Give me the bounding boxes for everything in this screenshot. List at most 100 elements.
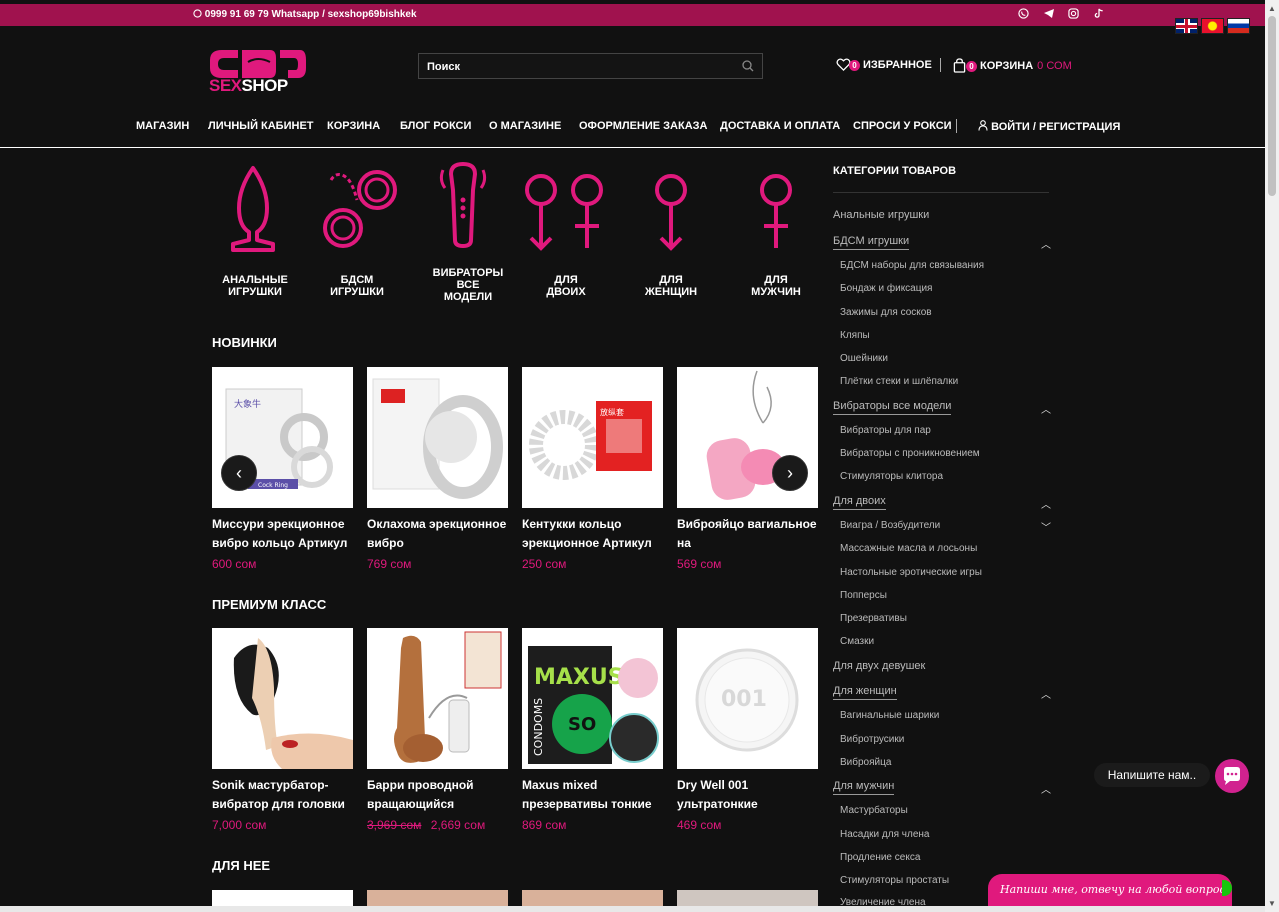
contact-info[interactable]: 0999 91 69 79 Whatsapp / sexshop69bishke… <box>193 9 417 20</box>
nav-blog[interactable]: БЛОГ РОКСИ <box>400 120 471 132</box>
sidebar-item-two-girls[interactable]: Для двух девушек <box>833 660 925 672</box>
product-image[interactable] <box>677 890 818 906</box>
sidebar-item-anal[interactable]: Анальные игрушки <box>833 209 929 221</box>
product-image[interactable] <box>367 628 508 769</box>
sidebar-subitem[interactable]: Вибротрусики <box>840 734 904 745</box>
category-couples-icon[interactable] <box>517 160 607 255</box>
nav-about[interactable]: О МАГАЗИНЕ <box>489 120 561 132</box>
nav-account[interactable]: ЛИЧНЫЙ КАБИНЕТ <box>208 120 314 132</box>
flag-ru-icon[interactable] <box>1227 18 1250 34</box>
product-name[interactable]: Миссури эрекционное вибро кольцо Артикул <box>212 515 353 553</box>
category-bdsm-icon[interactable] <box>312 160 402 255</box>
sidebar-subitem[interactable]: Настольные эротические игры <box>840 567 982 578</box>
category-bdsm-label[interactable]: БДСМ ИГРУШКИ <box>312 274 402 298</box>
sidebar-item-couples[interactable]: Для двоих <box>833 495 886 510</box>
product-name[interactable]: Барри проводной вращающийся <box>367 776 508 814</box>
scroll-down-icon[interactable]: ▼ <box>1268 899 1276 908</box>
product-image[interactable] <box>212 890 353 906</box>
carousel-next-button[interactable]: › <box>772 455 808 491</box>
sidebar-subitem[interactable]: Вагинальные шарики <box>840 710 939 721</box>
label-line: БДСМ <box>340 274 374 286</box>
chevron-down-icon[interactable]: ﹀ <box>1041 519 1051 534</box>
sidebar-subitem[interactable]: Кляпы <box>840 330 870 341</box>
chevron-up-icon[interactable]: ︿ <box>1041 496 1051 511</box>
product-name[interactable]: Виброяйцо вагиальное на <box>677 515 818 553</box>
product-image[interactable] <box>367 890 508 906</box>
category-men-icon[interactable] <box>731 160 821 255</box>
chat-icon <box>1224 767 1240 785</box>
sidebar-subitem[interactable]: Презервативы <box>840 613 907 624</box>
product-name[interactable]: Кентукки кольцо эрекционное Артикул <box>522 515 663 553</box>
category-couples-label[interactable]: ДЛЯ ДВОИХ <box>521 274 611 298</box>
chat-prompt[interactable]: Напишите нам.. <box>1094 763 1210 787</box>
category-women-label[interactable]: ДЛЯ ЖЕНЩИН <box>626 274 716 298</box>
sidebar-subitem[interactable]: Бондаж и фиксация <box>840 283 932 294</box>
product-card[interactable]: Sonik мастурбатор-вибратор для головки 7… <box>212 628 353 832</box>
sidebar-subitem[interactable]: Мастурбаторы <box>840 805 908 816</box>
product-image[interactable]: 001 <box>677 628 818 769</box>
product-image[interactable]: 放纵套 <box>522 367 663 508</box>
product-card[interactable]: Оклахома эрекционное вибро 769 сом <box>367 367 508 571</box>
search-icon[interactable] <box>742 60 754 72</box>
chevron-up-icon[interactable]: ︿ <box>1041 686 1051 701</box>
sidebar-subitem[interactable]: Насадки для члена <box>840 829 929 840</box>
sidebar-subitem[interactable]: Стимуляторы простаты <box>840 875 949 886</box>
nav-cart[interactable]: КОРЗИНА <box>327 120 380 132</box>
sidebar-subitem[interactable]: Стимуляторы клитора <box>840 471 943 482</box>
product-image[interactable] <box>367 367 508 508</box>
sidebar-subitem[interactable]: Массажные масла и лосьоны <box>840 543 977 554</box>
sidebar-subitem[interactable]: Вибраторы для пар <box>840 425 931 436</box>
category-men-label[interactable]: ДЛЯ МУЖЧИН <box>731 274 821 298</box>
sidebar-item-women[interactable]: Для женщин <box>833 685 897 700</box>
scrollbar-thumb[interactable] <box>1268 16 1276 196</box>
sidebar-item-bdsm[interactable]: БДСМ игрушки <box>833 235 910 250</box>
sidebar-subitem[interactable]: Зажимы для сосков <box>840 307 932 318</box>
chevron-up-icon[interactable]: ︿ <box>1041 236 1051 251</box>
product-name[interactable]: Maxus mixed презервативы тонкие <box>522 776 663 814</box>
flag-en-icon[interactable] <box>1175 18 1198 34</box>
scroll-up-icon[interactable]: ▲ <box>1268 4 1276 13</box>
flag-kg-icon[interactable] <box>1201 18 1224 34</box>
sidebar-subitem[interactable]: Смазки <box>840 636 874 647</box>
sidebar-item-vibrators[interactable]: Вибраторы все модели <box>833 400 952 415</box>
product-image[interactable] <box>522 890 663 906</box>
sidebar-subitem[interactable]: Вибраторы с проникновением <box>840 448 980 459</box>
sidebar-subitem[interactable]: Плётки стеки и шлёпалки <box>840 376 958 387</box>
category-anal-icon[interactable] <box>208 160 298 255</box>
sidebar-subitem[interactable]: Попперсы <box>840 590 887 601</box>
category-anal-label[interactable]: АНАЛЬНЫЕ ИГРУШКИ <box>210 274 300 298</box>
category-vibrators-label[interactable]: ВИБРАТОРЫ ВСЕ МОДЕЛИ <box>423 267 513 303</box>
vertical-scrollbar[interactable]: ▲ ▼ <box>1265 0 1279 912</box>
sidebar-subitem[interactable]: БДСМ наборы для связывания <box>840 260 984 271</box>
nav-delivery[interactable]: ДОСТАВКА И ОПЛАТА <box>720 120 840 132</box>
product-card[interactable]: 放纵套 Кентукки кольцо эрекционное Артикул … <box>522 367 663 571</box>
chat-tab[interactable]: Напиши мне, отвечу на любой вопрос) <box>988 874 1232 906</box>
chevron-up-icon[interactable]: ︿ <box>1041 401 1051 416</box>
horizontal-scrollbar[interactable] <box>0 906 1265 912</box>
sidebar-subitem[interactable]: Ошейники <box>840 353 888 364</box>
product-name[interactable]: Sonik мастурбатор-вибратор для головки <box>212 776 353 814</box>
logo-text[interactable]: SEXSHOP <box>209 76 288 96</box>
instagram-icon[interactable] <box>1068 8 1080 20</box>
sidebar-subitem[interactable]: Виагра / Возбудители <box>840 520 940 531</box>
product-image[interactable] <box>212 628 353 769</box>
product-name[interactable]: Оклахома эрекционное вибро <box>367 515 508 553</box>
sidebar-item-men[interactable]: Для мужчин <box>833 780 895 795</box>
sidebar-subitem[interactable]: Продление секса <box>840 852 920 863</box>
category-vibrators-icon[interactable] <box>418 160 508 255</box>
product-card[interactable]: 001 Dry Well 001 ультратонкие 469 сом <box>677 628 818 832</box>
nav-shop[interactable]: МАГАЗИН <box>136 120 189 132</box>
product-name[interactable]: Dry Well 001 ультратонкие <box>677 776 818 814</box>
search-input[interactable]: Поиск <box>418 53 763 79</box>
chevron-up-icon[interactable]: ︿ <box>1041 781 1051 796</box>
tiktok-icon[interactable] <box>1094 8 1106 20</box>
nav-checkout[interactable]: ОФОРМЛЕНИЕ ЗАКАЗА <box>579 120 707 132</box>
product-card[interactable]: MAXUS CONDOMS SO Maxus mixed презервативы … <box>522 628 663 832</box>
category-women-icon[interactable] <box>626 160 716 255</box>
carousel-prev-button[interactable]: ‹ <box>221 455 257 491</box>
sidebar-subitem[interactable]: Виброяйца <box>840 757 891 768</box>
product-card[interactable]: Барри проводной вращающийся 3,969 сом 2,… <box>367 628 508 832</box>
product-image[interactable]: MAXUS CONDOMS SO <box>522 628 663 769</box>
chat-button[interactable] <box>1215 759 1249 793</box>
search-placeholder: Поиск <box>427 61 461 73</box>
